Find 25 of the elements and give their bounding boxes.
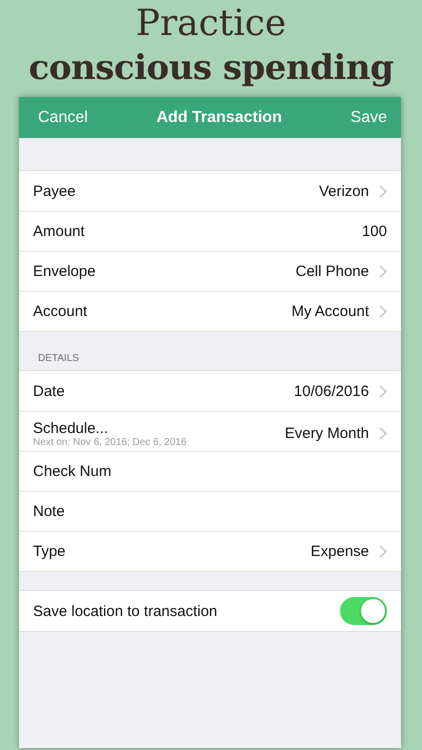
row-label: Check Num xyxy=(33,463,112,480)
row-label: Schedule... xyxy=(33,420,110,436)
row-label: Envelope xyxy=(33,263,97,280)
save-button[interactable]: Save xyxy=(350,108,387,126)
headline: conscious spending xyxy=(28,47,394,90)
section-header: DETAILS xyxy=(38,353,79,364)
toggle-switch[interactable] xyxy=(340,597,387,625)
row-label: Date xyxy=(33,382,66,400)
row-value: 10/06/2016 xyxy=(294,382,369,400)
cancel-button[interactable]: Cancel xyxy=(38,108,88,126)
row-subtitle: Next on: Nov 6, 2016; Dec 6, 2016 xyxy=(33,436,188,448)
row-value: 100 xyxy=(362,223,387,240)
row-label: Account xyxy=(33,303,88,320)
row-label: Payee xyxy=(33,182,77,200)
row-value: My Account xyxy=(291,303,369,320)
row-value: Cell Phone xyxy=(296,263,369,280)
row-label: Type xyxy=(33,543,67,560)
headline: Practice xyxy=(136,2,286,46)
nav-title: Add Transaction xyxy=(156,108,282,126)
row-value: Verizon xyxy=(318,182,369,200)
row-value: Expense xyxy=(310,543,369,560)
row-label: Save location to transaction xyxy=(33,602,218,620)
row-label: Amount xyxy=(33,223,86,240)
row-value: Every Month xyxy=(284,425,369,442)
row-label: Note xyxy=(33,503,66,520)
